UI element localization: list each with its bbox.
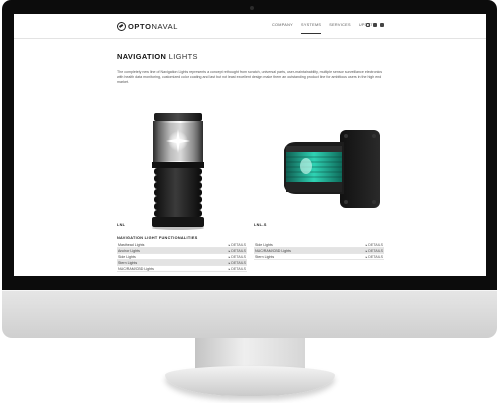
monitor-stand-base [165,366,335,396]
imac-monitor: OPTONAVAL COMPANY SYSTEMS SERVICES UPDAT… [0,0,500,403]
row-label: Anchor Lights [118,248,140,253]
site-logo[interactable]: OPTONAVAL [117,20,178,32]
chevron-right-icon: ▸ [228,254,231,259]
chevron-right-icon: ▸ [365,242,368,247]
row-label: Side Lights [118,254,136,259]
product-name-lnl[interactable]: LNL [117,223,125,227]
monitor-chin [2,290,497,338]
page-title-bold: NAVIGATION [117,52,167,61]
chevron-right-icon: ▸ [228,248,231,253]
facebook-icon[interactable] [380,23,384,27]
details-link[interactable]: ▸ DETAILS [229,267,246,271]
chevron-right-icon: ▸ [365,248,368,253]
functionalities-table-lnl: Masthead Lights ▸ DETAILS Anchor Lights ▸… [117,242,247,273]
page-title: NAVIGATION LIGHTS [117,52,387,61]
intro-paragraph: The completely new line of Navigation Li… [117,70,382,85]
social-links [366,23,384,27]
wall-mounted-sidelight-icon[interactable] [282,128,382,210]
details-link[interactable]: ▸ DETAILS [229,249,246,253]
row-label: NUC/RAM/CBD Lights [255,248,291,253]
chevron-right-icon: ▸ [228,266,231,271]
table-row[interactable]: NUC/RAM/CBD Lights ▸ DETAILS [117,266,247,273]
details-link[interactable]: ▸ DETAILS [229,243,246,247]
linkedin-icon[interactable] [373,23,377,27]
browser-screen: OPTONAVAL COMPANY SYSTEMS SERVICES UPDAT… [14,14,486,276]
chevron-right-icon: ▸ [365,254,368,259]
instagram-icon[interactable] [366,23,370,27]
details-link[interactable]: ▸ DETAILS [229,261,246,265]
details-link[interactable]: ▸ DETAILS [366,255,383,259]
nav-item-company[interactable]: COMPANY [272,23,293,27]
table-row[interactable]: Stern Lights ▸ DETAILS [254,254,384,261]
nav-item-systems[interactable]: SYSTEMS [301,23,322,34]
optonaval-logo-icon [117,21,126,31]
main-nav: COMPANY SYSTEMS SERVICES UPDATE [272,23,376,34]
chevron-right-icon: ▸ [228,242,231,247]
functionalities-heading: NAVIGATION LIGHT FUNCTIONALITIES [117,236,198,240]
chevron-right-icon: ▸ [228,260,231,265]
camera-icon [250,6,254,10]
row-label: Stern Lights [255,254,275,259]
lantern-icon[interactable] [148,111,208,231]
details-link[interactable]: ▸ DETAILS [229,255,246,259]
row-label: Masthead Lights [118,242,145,247]
row-label: Side Lights [255,242,273,247]
nav-item-services[interactable]: SERVICES [329,23,351,27]
site-header: OPTONAVAL COMPANY SYSTEMS SERVICES UPDAT… [14,14,486,39]
functionalities-table-lnl-s: Side Lights ▸ DETAILS NUC/RAM/CBD Lights … [254,242,384,261]
details-link[interactable]: ▸ DETAILS [366,249,383,253]
page-content: NAVIGATION LIGHTS The completely new lin… [117,52,387,84]
row-label: NUC/RAM/CBD Lights [118,266,154,271]
logo-text: OPTONAVAL [128,21,179,31]
details-link[interactable]: ▸ DETAILS [366,243,383,247]
row-label: Stern Lights [118,260,138,265]
product-name-lnl-s[interactable]: LNL-S [254,223,267,227]
page-title-light: LIGHTS [168,52,198,61]
